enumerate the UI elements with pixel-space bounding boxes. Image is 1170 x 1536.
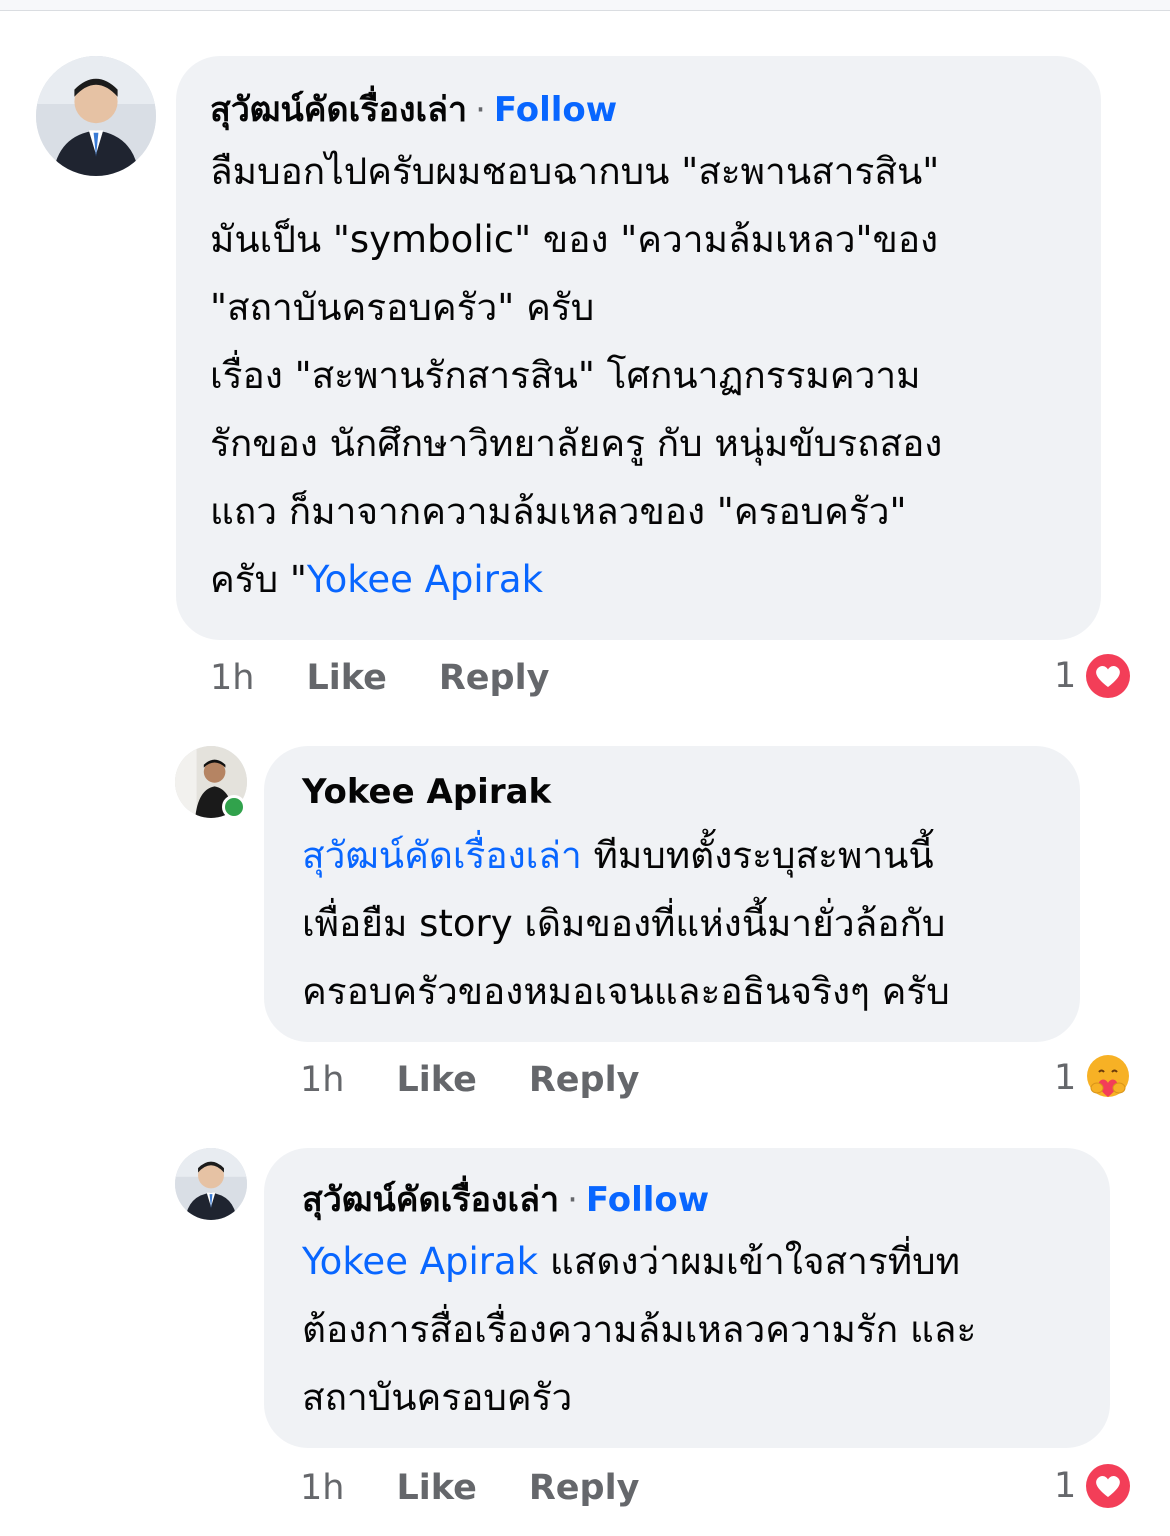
care-hug-icon (1083, 1053, 1134, 1103)
separator-dot: · (475, 90, 486, 130)
follow-button[interactable]: Follow (494, 90, 617, 130)
author-name[interactable]: สุวัฒน์คัดเรื่องเล่า (210, 90, 467, 130)
like-button[interactable]: Like (396, 1466, 476, 1510)
comment-text: Yokee Apirak แสดงว่าผมเข้าใจสารที่บท ต้อ… (302, 1228, 1072, 1432)
online-status-icon (222, 795, 246, 819)
author-name[interactable]: สุวัฒน์คัดเรื่องเล่า (302, 1180, 559, 1220)
comment-body: ลืมบอกไปครับผมชอบฉากบน "สะพานสารสิน" มัน… (210, 150, 943, 601)
separator-dot: · (567, 1180, 578, 1220)
avatar-photo (36, 56, 156, 176)
comment-bubble: สุวัฒน์คัดเรื่องเล่า · Follow ลืมบอกไปครับ… (176, 56, 1101, 640)
reaction-summary[interactable]: 1 (1054, 650, 1134, 702)
reaction-count: 1 (1054, 1466, 1077, 1506)
mention-link[interactable]: Yokee Apirak (302, 1240, 538, 1283)
author-name[interactable]: Yokee Apirak (302, 772, 551, 812)
reaction-summary[interactable]: 1 (1054, 1460, 1134, 1512)
avatar[interactable] (175, 1148, 247, 1220)
love-heart-icon (1083, 1461, 1134, 1511)
comment-header: สุวัฒน์คัดเรื่องเล่า · Follow (210, 88, 1067, 132)
like-button[interactable]: Like (396, 1058, 476, 1102)
reply-button[interactable]: Reply (439, 656, 550, 700)
reaction-summary[interactable]: 1 (1054, 1052, 1134, 1104)
timestamp[interactable]: 1h (300, 1466, 344, 1510)
comment-header: สุวัฒน์คัดเรื่องเล่า · Follow (302, 1178, 1072, 1222)
comment-actions: 1h Like Reply (300, 1466, 691, 1510)
top-divider (0, 0, 1170, 11)
like-button[interactable]: Like (306, 656, 386, 700)
love-heart-icon (1083, 651, 1134, 701)
mention-link[interactable]: Yokee Apirak (307, 558, 543, 601)
avatar[interactable] (36, 56, 156, 176)
reaction-count: 1 (1054, 1058, 1077, 1098)
follow-button[interactable]: Follow (586, 1180, 709, 1220)
timestamp[interactable]: 1h (300, 1058, 344, 1102)
comment-text: สุวัฒน์คัดเรื่องเล่า ทีมบทตั้งระบุสะพานน… (302, 822, 1042, 1026)
comment-bubble: Yokee Apirak สุวัฒน์คัดเรื่องเล่า ทีมบทต… (264, 746, 1080, 1042)
comment-header: Yokee Apirak (302, 770, 1042, 814)
avatar-photo (175, 1148, 247, 1220)
comment-text: ลืมบอกไปครับผมชอบฉากบน "สะพานสารสิน" มัน… (210, 138, 1067, 614)
comment-actions: 1h Like Reply (210, 656, 601, 700)
timestamp[interactable]: 1h (210, 656, 254, 700)
comment-bubble: สุวัฒน์คัดเรื่องเล่า · Follow Yokee Apirak… (264, 1148, 1110, 1448)
comment-actions: 1h Like Reply (300, 1058, 691, 1102)
reaction-count: 1 (1054, 656, 1077, 696)
reply-button[interactable]: Reply (529, 1466, 640, 1510)
reply-button[interactable]: Reply (529, 1058, 640, 1102)
mention-link[interactable]: สุวัฒน์คัดเรื่องเล่า (302, 834, 582, 877)
